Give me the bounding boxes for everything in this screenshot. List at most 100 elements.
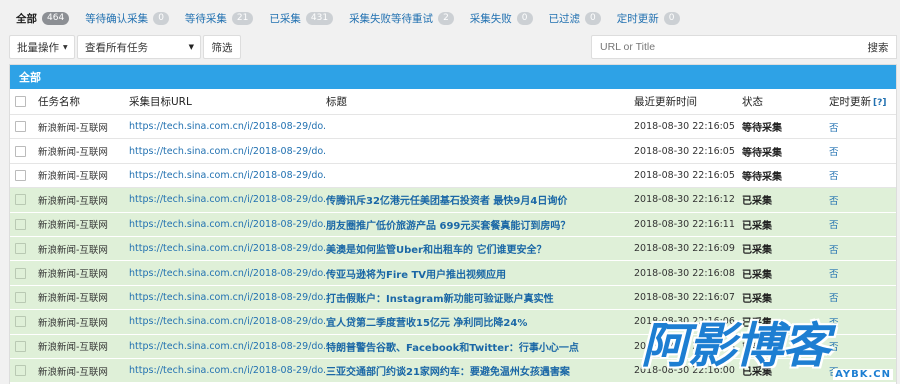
tab-label: 全部 (16, 12, 37, 25)
scheduled-update-link[interactable]: 否 (829, 193, 889, 207)
bulk-actions-dropdown[interactable]: 批量操作 ▼ (9, 35, 75, 59)
task-name: 新浪新闻-互联网 (38, 122, 108, 134)
article-title-link[interactable]: 打击假账户：Instagram新功能可验证账户真实性 (326, 290, 634, 305)
column-header-url: 采集目标URL (129, 96, 192, 108)
status-tabs: 全部 464 等待确认采集 0 等待采集 21 已采集 431 采集失败等待重试 2 采集… (0, 0, 900, 36)
tab-count-badge: 431 (305, 11, 334, 25)
task-name: 新浪新闻-互联网 (38, 293, 108, 305)
target-url-link[interactable]: https://tech.sina.com.cn/i/2018-08-29/do… (129, 316, 326, 327)
article-title-link[interactable]: 传腾讯斥32亿港元任美团基石投资者 最快9月4日询价 (326, 192, 634, 207)
article-title-link[interactable]: 特朗普警告谷歌、Facebook和Twitter：行事小心一点 (326, 339, 634, 354)
row-checkbox[interactable] (10, 145, 38, 157)
table-row: 新浪新闻-互联网 https://tech.sina.com.cn/i/2018-… (10, 358, 896, 384)
scheduled-update-link[interactable]: 否 (829, 120, 889, 134)
column-header-timer: 定时更新 [?] (829, 94, 889, 109)
tab-failed[interactable]: 采集失败 0 (470, 11, 533, 26)
scheduled-update-link[interactable]: 否 (829, 315, 889, 329)
table-row: 新浪新闻-互联网 https://tech.sina.com.cn/i/2018-… (10, 310, 896, 335)
tab-count-badge: 0 (663, 11, 680, 25)
scheduled-update-link[interactable]: 否 (829, 242, 889, 256)
table-body: 新浪新闻-互联网 https://tech.sina.com.cn/i/2018-… (10, 115, 896, 384)
row-checkbox[interactable] (10, 169, 38, 181)
task-select[interactable]: 查看所有任务 ▼ (77, 35, 201, 59)
target-url-link[interactable]: https://tech.sina.com.cn/i/2018-08-29/do… (129, 146, 326, 157)
search-input[interactable] (591, 35, 861, 59)
update-time: 2018-08-30 22:16:09 (634, 243, 735, 255)
table-row: 新浪新闻-互联网 https://tech.sina.com.cn/i/2018-… (10, 188, 896, 213)
filter-button[interactable]: 筛选 (203, 35, 241, 59)
row-checkbox[interactable] (10, 194, 38, 206)
article-title-link[interactable]: 传亚马逊将为Fire TV用户推出视频应用 (326, 266, 634, 281)
tab-label: 采集失败 (469, 12, 512, 25)
row-checkbox[interactable] (10, 243, 38, 255)
table-header: 任务名称 采集目标URL 标题 最近更新时间 状态 定时更新 [?] (10, 89, 896, 115)
tab-count-badge: 0 (585, 11, 601, 25)
target-url-link[interactable]: https://tech.sina.com.cn/i/2018-08-29/do… (129, 365, 326, 376)
caret-down-icon: ▼ (188, 43, 194, 51)
table-row: 新浪新闻-互联网 https://tech.sina.com.cn/i/2018-… (10, 164, 896, 189)
task-name: 新浪新闻-互联网 (38, 220, 108, 232)
task-name: 新浪新闻-互联网 (38, 317, 108, 329)
article-title-link[interactable]: 朋友圈推广低价旅游产品 699元买套餐真能订到房吗？ (326, 217, 634, 232)
scheduled-update-link[interactable]: 否 (829, 217, 889, 231)
task-name: 新浪新闻-互联网 (38, 195, 108, 207)
row-checkbox[interactable] (10, 291, 38, 303)
tab-scheduled[interactable]: 定时更新 0 (617, 11, 680, 26)
tab-collected[interactable]: 已采集 431 (269, 11, 334, 26)
status-text: 等待采集 (742, 171, 782, 183)
row-checkbox[interactable] (10, 267, 38, 279)
column-header-time: 最近更新时间 (634, 96, 697, 108)
tab-label: 等待确认采集 (85, 12, 149, 25)
target-url-link[interactable]: https://tech.sina.com.cn/i/2018-08-29/do… (129, 170, 326, 181)
row-checkbox[interactable] (10, 218, 38, 230)
tab-filtered[interactable]: 已过滤 0 (549, 11, 601, 26)
scheduled-update-link[interactable]: 否 (829, 266, 889, 280)
tab-label: 定时更新 (616, 12, 659, 25)
target-url-link[interactable]: https://tech.sina.com.cn/i/2018-08-29/do… (129, 292, 326, 303)
article-title-link[interactable]: 三亚交通部门约谈21家网约车：要避免温州女孩遇害案 (326, 363, 634, 378)
scheduled-update-link[interactable]: 否 (829, 339, 889, 353)
task-name: 新浪新闻-互联网 (38, 171, 108, 183)
target-url-link[interactable]: https://tech.sina.com.cn/i/2018-08-29/do… (129, 268, 326, 279)
scheduled-update-link[interactable]: 否 (829, 364, 889, 378)
target-url-link[interactable]: https://tech.sina.com.cn/i/2018-08-29/do… (129, 219, 326, 230)
scheduled-update-link[interactable]: 否 (829, 290, 889, 304)
help-link[interactable]: [?] (873, 98, 886, 108)
scheduled-update-link[interactable]: 否 (829, 168, 889, 182)
select-all-checkbox[interactable] (10, 96, 38, 107)
status-text: 等待采集 (742, 123, 782, 135)
status-text: 已采集 (742, 318, 772, 330)
update-time: 2018-08-30 22:16:08 (634, 267, 735, 279)
target-url-link[interactable]: https://tech.sina.com.cn/i/2018-08-29/do… (129, 121, 326, 132)
update-time: 2018-08-30 22:16:11 (634, 218, 735, 230)
task-name: 新浪新闻-互联网 (38, 147, 108, 159)
target-url-link[interactable]: https://tech.sina.com.cn/i/2018-08-29/do… (129, 243, 326, 254)
target-url-link[interactable]: https://tech.sina.com.cn/i/2018-08-29/do… (129, 194, 326, 205)
column-header-name: 任务名称 (38, 96, 80, 108)
tab-count-badge: 0 (516, 11, 533, 25)
tab-all[interactable]: 全部 464 (16, 11, 70, 26)
article-title-link[interactable]: 宜人贷第二季度营收15亿元 净利同比降24% (326, 314, 634, 329)
tab-failed-retry[interactable]: 采集失败等待重试 2 (349, 11, 454, 26)
row-checkbox[interactable] (10, 121, 38, 133)
row-checkbox[interactable] (10, 365, 38, 377)
bulk-actions-label: 批量操作 (17, 41, 59, 54)
scheduled-update-link[interactable]: 否 (829, 144, 889, 158)
target-url-link[interactable]: https://tech.sina.com.cn/i/2018-08-29/do… (129, 341, 326, 352)
column-header-timer-label: 定时更新 (829, 96, 871, 108)
search-button[interactable]: 搜索 (860, 35, 897, 59)
tab-pending[interactable]: 等待采集 21 (185, 11, 254, 26)
row-checkbox[interactable] (10, 340, 38, 352)
update-time: 2018-08-30 22:16:00 (634, 365, 735, 377)
status-text: 已采集 (742, 367, 772, 379)
row-checkbox[interactable] (10, 316, 38, 328)
tab-pending-confirm[interactable]: 等待确认采集 0 (85, 11, 169, 26)
table-row: 新浪新闻-互联网 https://tech.sina.com.cn/i/2018-… (10, 261, 896, 286)
tab-count-badge: 21 (231, 11, 254, 25)
caret-down-icon: ▼ (63, 43, 68, 51)
table-row: 新浪新闻-互联网 https://tech.sina.com.cn/i/2018-… (10, 115, 896, 140)
status-text: 等待采集 (742, 147, 782, 159)
article-title-link[interactable]: 美澳是如何监管Uber和出租车的 它们谁更安全？ (326, 241, 634, 256)
task-name: 新浪新闻-互联网 (38, 342, 108, 354)
status-text: 已采集 (742, 245, 772, 257)
